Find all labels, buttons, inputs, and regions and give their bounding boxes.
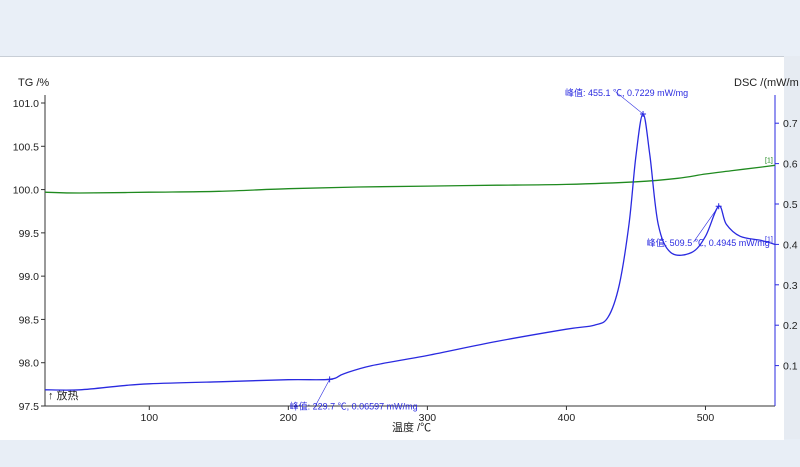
y-left-tick-label: 97.5 [19, 401, 40, 413]
x-tick-label: 500 [697, 412, 715, 424]
series-end-marker: [1] [765, 157, 773, 164]
plot-area: 97.5 98.0 98.5 99.0 99.5 100.0 100.5 101.0 0.1 0.… [13, 87, 798, 424]
y-right-tick-label: 0.5 [783, 199, 798, 211]
y-right-tick-label: 0.1 [783, 361, 798, 373]
tg-dsc-chart: TG /% DSC /(mW/m 温度 /℃ ↑ 放热 97.598.098.5… [13, 77, 799, 434]
x-tick-label: 100 [141, 412, 159, 424]
y-left-tick-label: 99.0 [19, 271, 40, 283]
annotation-leader [693, 206, 719, 243]
y-left-axis-label: TG /% [18, 77, 49, 89]
tg-series-line [44, 164, 776, 194]
y-right-tick-label: 0.3 [783, 280, 798, 292]
peak-annotation: 峰值: 229.7 ℃, 0.06597 mW/mg [290, 400, 418, 411]
x-tick-label: 200 [280, 412, 298, 424]
x-tick-label: 300 [419, 412, 437, 424]
x-tick-label: 400 [558, 412, 576, 424]
y-right-tick-label: 0.7 [783, 118, 798, 130]
y-right-tick-label: 0.6 [783, 159, 798, 171]
peak-annotation: 峰值: 509.5 ℃, 0.4945 mW/mg [647, 237, 770, 248]
y-left-tick-label: 98.0 [19, 358, 40, 370]
y-left-tick-label: 100.5 [13, 141, 39, 153]
dsc-series-line [44, 113, 776, 391]
y-left-tick-label: 100.0 [13, 185, 39, 197]
y-right-tick-label: 0.2 [783, 320, 798, 332]
y-right-tick-label: 0.4 [783, 239, 798, 251]
y-left-tick-label: 101.0 [13, 98, 39, 110]
y-left-tick-label: 98.5 [19, 314, 40, 326]
peak-annotation: 峰值: 455.1 ℃, 0.7229 mW/mg [565, 87, 688, 98]
y-left-tick-label: 99.5 [19, 228, 40, 240]
y-right-axis-label: DSC /(mW/m [734, 77, 799, 89]
